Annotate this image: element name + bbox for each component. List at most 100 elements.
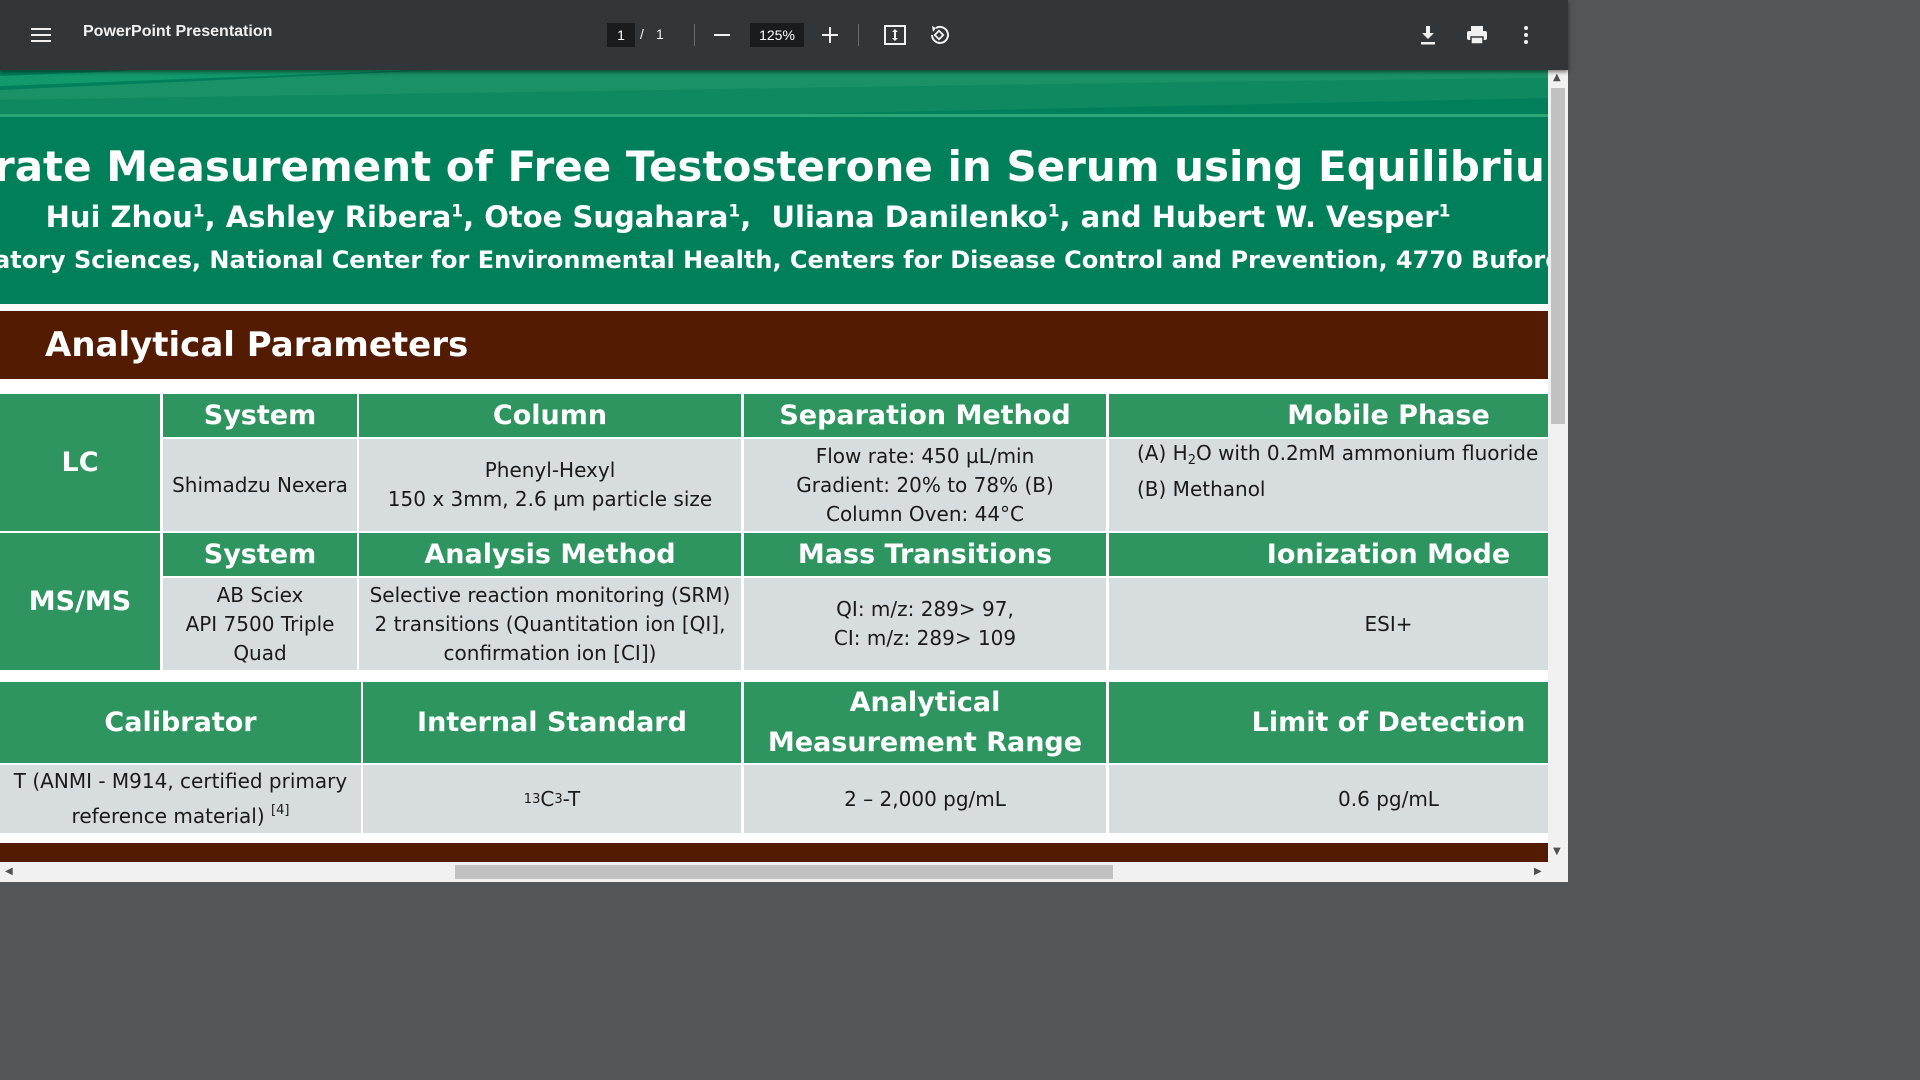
- msms-system-value: AB Sciex API 7500 Triple Quad: [163, 578, 357, 670]
- author-separator: ,: [204, 200, 226, 234]
- isotope-suffix: -T: [562, 786, 581, 811]
- author-name: Ashley Ribera: [225, 200, 452, 234]
- vertical-scroll-thumb[interactable]: [1551, 88, 1565, 424]
- author-affiliation-mark: 1: [192, 201, 205, 222]
- lc-column-value: Phenyl-Hexyl 150 x 3mm, 2.6 µm particle …: [359, 439, 741, 531]
- lc-header-system: System: [163, 394, 357, 437]
- author-affiliation-mark: 1: [451, 201, 464, 222]
- poster-affiliation: atory Sciences, National Center for Envi…: [0, 246, 1548, 274]
- more-actions-button[interactable]: [1510, 19, 1542, 51]
- msms-transitions-value: QI: m/z: 289> 97, CI: m/z: 289> 109: [744, 578, 1106, 670]
- download-icon: [1421, 26, 1435, 45]
- printer-icon: [1467, 26, 1487, 45]
- author-separator: ,: [740, 200, 772, 234]
- calib-header-lod: Limit of Detection: [1109, 682, 1548, 763]
- transition-qi: QI: m/z: 289> 97,: [836, 597, 1014, 621]
- calibrator-value: T (ANMI - M914, certified primary refere…: [0, 765, 361, 833]
- analysis-line: 2 transitions (Quantitation ion [QI],: [374, 611, 726, 636]
- author-affiliation-mark: 1: [1047, 201, 1060, 222]
- author-affiliation-mark: 1: [728, 201, 741, 222]
- author-name: Hui Zhou: [45, 200, 193, 234]
- mobile-phase-a-prefix: (A) H: [1137, 441, 1188, 465]
- poster-header: rate Measurement of Free Testosterone in…: [0, 70, 1548, 304]
- msms-header-ionization: Ionization Mode: [1109, 533, 1548, 576]
- page-total: 1: [656, 26, 664, 42]
- vertical-scrollbar[interactable]: ▲ ▼: [1548, 70, 1568, 862]
- header-stripe-decoration: [0, 70, 1548, 118]
- plus-icon: [822, 27, 838, 43]
- page-number-input[interactable]: 1: [607, 23, 635, 47]
- section-header: Analytical Parameters: [0, 311, 1548, 379]
- fit-to-page-button[interactable]: [879, 19, 911, 51]
- mobile-phase-a: (A) H2O with 0.2mM ammonium fluoride: [1137, 439, 1538, 475]
- download-button[interactable]: [1412, 19, 1444, 51]
- msms-header-analysis: Analysis Method: [359, 533, 741, 576]
- vertical-dots-icon: [1524, 26, 1528, 44]
- print-button[interactable]: [1461, 19, 1493, 51]
- lc-system-value: Shimadzu Nexera: [163, 439, 357, 531]
- range-value: 2 – 2,000 pg/mL: [744, 765, 1106, 833]
- fit-page-icon: [884, 25, 906, 45]
- pdf-toolbar: PowerPoint Presentation 1 / 1 125%: [0, 0, 1568, 70]
- mobile-phase-a-subscript: 2: [1187, 453, 1196, 468]
- toolbar-divider: [858, 24, 859, 46]
- scroll-up-arrow-icon[interactable]: ▲: [1553, 72, 1561, 83]
- mobile-phase-b: (B) Methanol: [1137, 477, 1266, 501]
- toolbar-divider: [694, 24, 695, 46]
- rotate-icon: [931, 25, 949, 44]
- isotope-subscript: 3: [554, 791, 563, 807]
- zoom-in-button[interactable]: [815, 20, 845, 50]
- calibrator-line: T (ANMI - M914, certified primary: [13, 769, 348, 793]
- internal-standard-value: 13 C 3 -T: [363, 765, 741, 833]
- page-separator: /: [640, 26, 644, 42]
- menu-button[interactable]: [20, 14, 62, 56]
- msms-system-line: Quad: [233, 640, 287, 665]
- pdf-page: rate Measurement of Free Testosterone in…: [0, 70, 1548, 862]
- scroll-left-arrow-icon[interactable]: ◀: [5, 866, 13, 877]
- lc-mobile-phase-value: (A) H2O with 0.2mM ammonium fluoride (B)…: [1109, 439, 1548, 531]
- section-title: Analytical Parameters: [45, 325, 469, 365]
- lc-header-column: Column: [359, 394, 741, 437]
- horizontal-scrollbar[interactable]: ◀ ▶: [0, 862, 1568, 882]
- zoom-level-input[interactable]: 125%: [750, 23, 804, 47]
- scroll-right-arrow-icon[interactable]: ▶: [1534, 866, 1542, 877]
- analysis-line: confirmation ion [CI]): [443, 640, 657, 665]
- msms-system-line: AB Sciex: [216, 582, 304, 607]
- column-oven: Column Oven: 44°C: [825, 501, 1025, 526]
- mobile-phase-a-suffix: O with 0.2mM ammonium fluoride: [1195, 441, 1539, 465]
- isotope-superscript: 13: [523, 791, 541, 807]
- zoom-out-button[interactable]: [707, 20, 737, 50]
- calib-header-calibrator: Calibrator: [0, 682, 361, 763]
- analysis-line: Selective reaction monitoring (SRM): [369, 582, 731, 607]
- lc-separation-value: Flow rate: 450 µL/min Gradient: 20% to 7…: [744, 439, 1106, 531]
- lc-header-separation: Separation Method: [744, 394, 1106, 437]
- lc-header-mobile-phase: Mobile Phase: [1109, 394, 1548, 437]
- column-type: Phenyl-Hexyl: [484, 458, 616, 482]
- author-affiliation-mark: 1: [1438, 201, 1451, 222]
- next-section-band: [0, 843, 1548, 862]
- calib-header-range: Analytical Measurement Range: [744, 682, 1106, 763]
- msms-system-line: API 7500 Triple: [185, 611, 335, 636]
- isotope-element: C: [540, 786, 555, 811]
- msms-analysis-value: Selective reaction monitoring (SRM) 2 tr…: [359, 578, 741, 670]
- poster-title: rate Measurement of Free Testosterone in…: [0, 142, 1548, 191]
- calibrator-line-text: reference material): [71, 804, 265, 828]
- author-name: Otoe Sugahara: [484, 200, 729, 234]
- poster-authors: Hui Zhou1, Ashley Ribera1, Otoe Sugahara…: [0, 200, 1496, 234]
- author-separator: , and: [1059, 200, 1152, 234]
- calib-header-internal-standard: Internal Standard: [363, 682, 741, 763]
- author-name: Hubert W. Vesper: [1151, 200, 1439, 234]
- minus-icon: [714, 34, 730, 36]
- author-name: Uliana Danilenko: [771, 200, 1048, 234]
- scroll-down-arrow-icon[interactable]: ▼: [1553, 846, 1561, 857]
- document-title: PowerPoint Presentation: [83, 23, 273, 40]
- horizontal-scroll-thumb[interactable]: [455, 865, 1113, 879]
- calibrator-reference: [4]: [271, 803, 290, 818]
- msms-header-transitions: Mass Transitions: [744, 533, 1106, 576]
- gradient: Gradient: 20% to 78% (B): [796, 472, 1054, 497]
- rotate-button[interactable]: [923, 19, 955, 51]
- lod-value: 0.6 pg/mL: [1109, 765, 1548, 833]
- transition-ci: CI: m/z: 289> 109: [833, 626, 1017, 650]
- lc-row-label: LC: [0, 394, 160, 531]
- msms-row-label: MS/MS: [0, 533, 160, 670]
